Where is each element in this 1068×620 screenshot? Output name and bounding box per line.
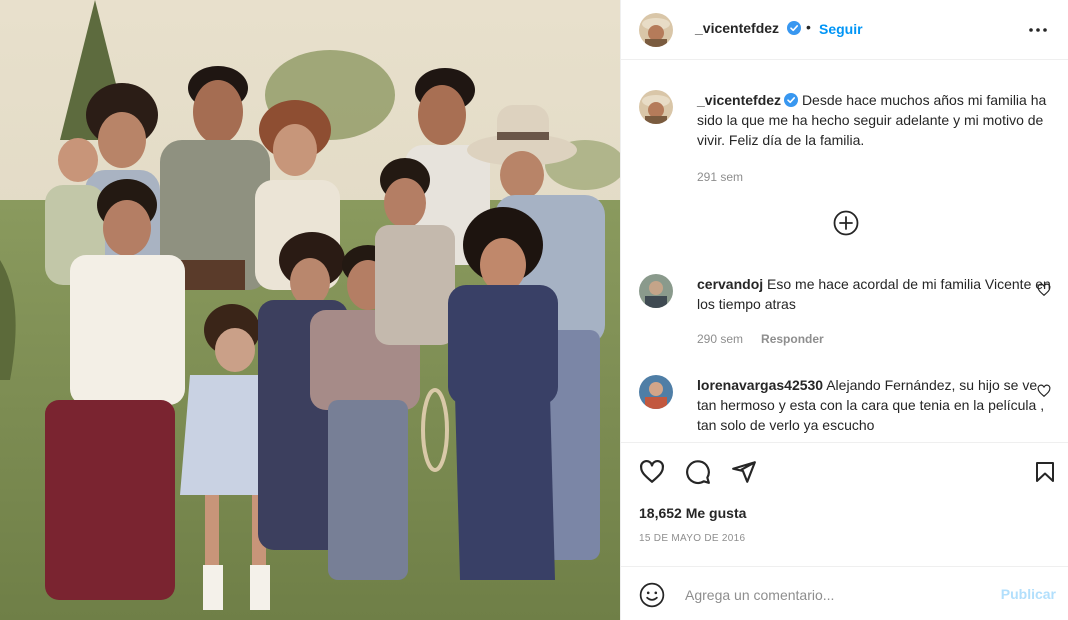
comment-input[interactable] [683,581,987,609]
author-username-wrap: _vicentefdez [695,20,801,38]
post-side-panel: _vicentefdez • Seguir _vicentefdez Desde… [620,0,1068,620]
caption-meta: 291 sem [697,170,743,184]
separator-dot: • [806,19,811,35]
verified-badge-icon [786,21,801,35]
emoji-smile-icon[interactable] [639,582,665,608]
publish-button[interactable]: Publicar [1001,586,1056,602]
follow-button[interactable]: Seguir [819,21,863,37]
comment-like-icon[interactable] [1037,384,1051,398]
post-date[interactable]: 15 DE MAYO DE 2016 [639,533,745,544]
verified-badge-icon [784,93,799,107]
comment-row: cervandoj Eso me hace acordal de mi fami… [639,273,1059,353]
comment-age[interactable]: 290 sem [697,332,743,346]
commenter-avatar[interactable] [639,375,673,409]
caption-text-wrap: _vicentefdez Desde hace muchos años mi f… [697,90,1052,150]
post-actions: 18,652 Me gusta 15 DE MAYO DE 2016 [621,442,1068,566]
more-options-icon[interactable] [1026,18,1050,42]
reply-button[interactable]: Responder [761,332,824,346]
comment-row: lorenavargas42530 Alejando Fernández, su… [639,374,1059,442]
comment-composer: Publicar [621,566,1068,620]
family-photo-illustration [0,0,620,620]
comments-list[interactable]: _vicentefdez Desde hace muchos años mi f… [621,60,1068,442]
comment-text-wrap: lorenavargas42530 Alejando Fernández, su… [697,375,1052,435]
post-photo[interactable] [0,0,620,620]
likes-count[interactable]: 18,652 Me gusta [639,505,746,521]
comment-text-wrap: cervandoj Eso me hace acordal de mi fami… [697,274,1052,314]
paper-plane-icon[interactable] [731,459,757,485]
comment-like-icon[interactable] [1037,283,1051,297]
comment-meta: 290 sem Responder [697,332,824,346]
caption-author-avatar[interactable] [639,90,673,124]
caption-age[interactable]: 291 sem [697,170,743,184]
commenter-avatar[interactable] [639,274,673,308]
heart-icon[interactable] [639,459,665,485]
caption-row: _vicentefdez Desde hace muchos años mi f… [639,90,1059,190]
caption-username[interactable]: _vicentefdez [697,92,781,108]
bookmark-icon[interactable] [1033,459,1057,485]
comment-username[interactable]: cervandoj [697,276,763,292]
post-header: _vicentefdez • Seguir [621,0,1068,60]
comment-bubble-icon[interactable] [685,459,711,485]
comment-username[interactable]: lorenavargas42530 [697,377,823,393]
author-avatar[interactable] [639,13,673,47]
author-username[interactable]: _vicentefdez [695,20,779,36]
plus-circle-icon[interactable] [833,210,859,236]
